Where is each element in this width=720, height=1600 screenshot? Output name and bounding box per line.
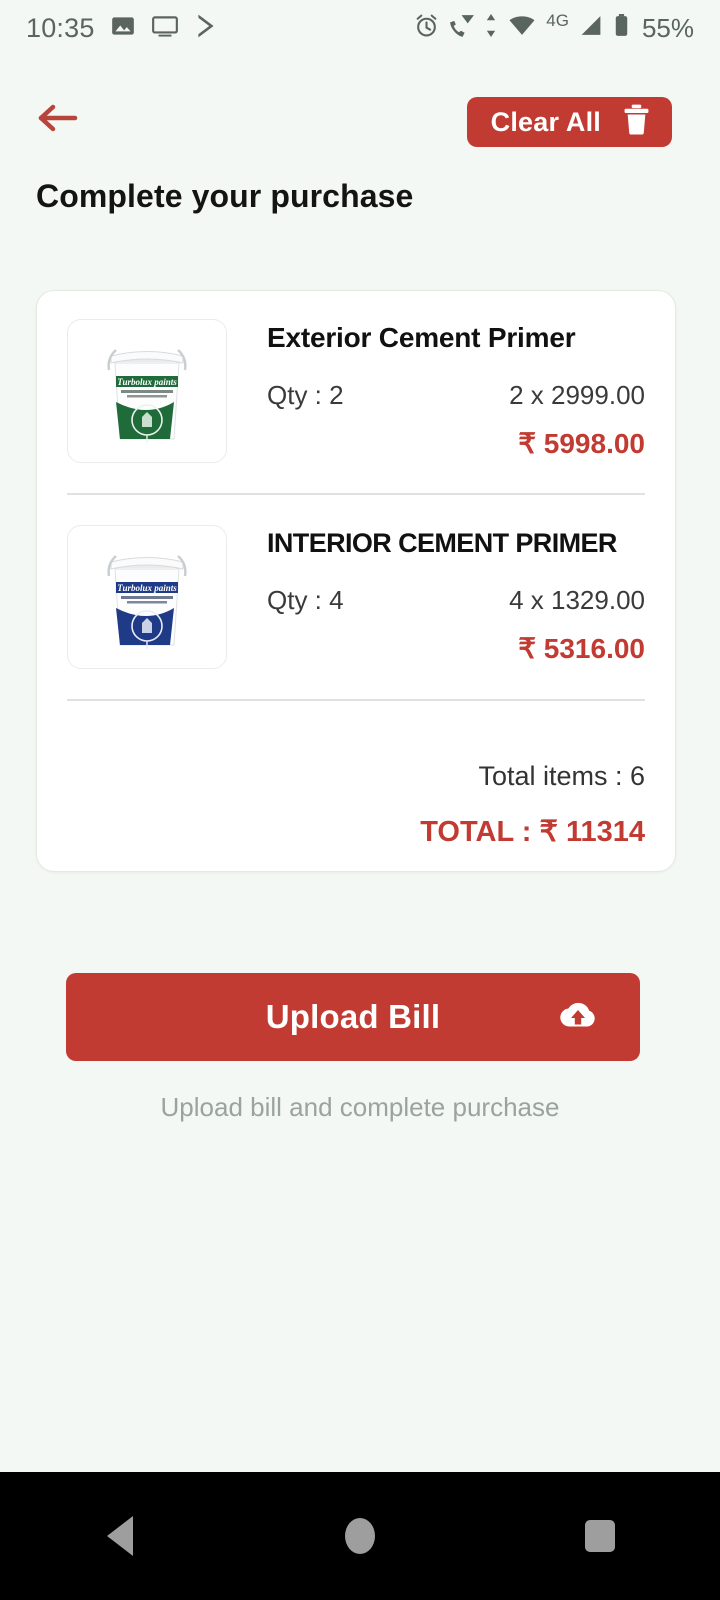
blue-paint-bucket-image: Turbolux paints	[107, 555, 187, 649]
unit-price-calc: 4 x 1329.00	[509, 584, 645, 615]
nav-recents-button[interactable]	[540, 1496, 660, 1576]
page-title: Complete your purchase	[36, 178, 414, 214]
total-items-label: Total items : 6	[478, 761, 645, 791]
upload-hint-text: Upload bill and complete purchase	[160, 1092, 560, 1122]
alarm-icon	[414, 13, 439, 43]
product-name: Exterior Cement Primer	[267, 322, 576, 353]
item-line-total: ₹ 5998.00	[518, 427, 645, 459]
arrow-left-icon	[37, 101, 79, 140]
cart-item-row[interactable]: Turbolux paints INTERIOR CEMENT PRIMER Q…	[67, 525, 645, 669]
vowifi-call-icon	[448, 13, 475, 43]
status-bar-clock: 10:35	[26, 12, 95, 43]
back-button[interactable]	[32, 94, 84, 146]
quantity-label: Qty : 2	[267, 379, 344, 410]
status-bar: 10:35 4G 55%	[0, 0, 720, 56]
upload-bill-button[interactable]: Upload Bill	[66, 973, 640, 1061]
play-store-icon	[193, 13, 218, 44]
product-name: INTERIOR CEMENT PRIMER	[267, 528, 617, 558]
cast-screen-icon	[151, 13, 179, 44]
clear-all-label: Clear All	[490, 106, 601, 137]
nav-home-button[interactable]	[300, 1496, 420, 1576]
item-line-total: ₹ 5316.00	[518, 632, 645, 664]
quantity-and-unit-price: Qty : 2 2 x 2999.00	[267, 380, 645, 411]
quantity-and-unit-price: Qty : 4 4 x 1329.00	[267, 585, 645, 616]
grand-total-label: TOTAL : ₹ 11314	[420, 816, 645, 848]
green-paint-bucket-image: Turbolux paints	[107, 349, 187, 443]
status-bar-left: 10:35	[26, 13, 218, 44]
cart-item-details: INTERIOR CEMENT PRIMER Qty : 4 4 x 1329.…	[267, 525, 645, 665]
photo-icon	[110, 13, 136, 44]
top-app-bar: Clear All	[0, 84, 720, 156]
item-divider	[67, 493, 645, 495]
data-transfer-icon	[484, 13, 498, 43]
totals-section: Total items : 6 TOTAL : ₹ 11314	[67, 761, 645, 849]
signal-icon	[578, 13, 604, 43]
nav-home-icon	[345, 1518, 375, 1554]
battery-percent-label: 55%	[641, 12, 694, 43]
product-thumbnail: Turbolux paints	[67, 319, 227, 463]
svg-text:Turbolux paints: Turbolux paints	[117, 377, 177, 387]
product-thumbnail: Turbolux paints	[67, 525, 227, 669]
android-navigation-bar	[0, 1472, 720, 1600]
nav-recents-icon	[585, 1520, 615, 1552]
cart-item-details: Exterior Cement Primer Qty : 2 2 x 2999.…	[267, 319, 645, 460]
wifi-icon	[507, 13, 537, 43]
nav-back-icon	[107, 1516, 133, 1556]
cart-item-row[interactable]: Turbolux paints Exterior Cement Primer Q…	[67, 319, 645, 463]
clear-all-button[interactable]: Clear All	[466, 97, 672, 147]
status-bar-right: 4G 55%	[414, 11, 694, 44]
network-type-label: 4G	[546, 11, 569, 30]
cart-summary-card: Turbolux paints Exterior Cement Primer Q…	[36, 290, 676, 872]
svg-text:Turbolux paints: Turbolux paints	[117, 583, 177, 593]
quantity-label: Qty : 4	[267, 584, 344, 615]
nav-back-button[interactable]	[60, 1496, 180, 1576]
cloud-upload-icon	[558, 1000, 598, 1035]
upload-bill-label: Upload Bill	[265, 998, 441, 1035]
unit-price-calc: 2 x 2999.00	[509, 379, 645, 410]
totals-divider	[67, 699, 645, 701]
app-screen: 10:35 4G 55% Clear All Complete your pur…	[0, 0, 720, 1600]
battery-icon	[613, 13, 630, 43]
trash-icon	[623, 104, 650, 140]
